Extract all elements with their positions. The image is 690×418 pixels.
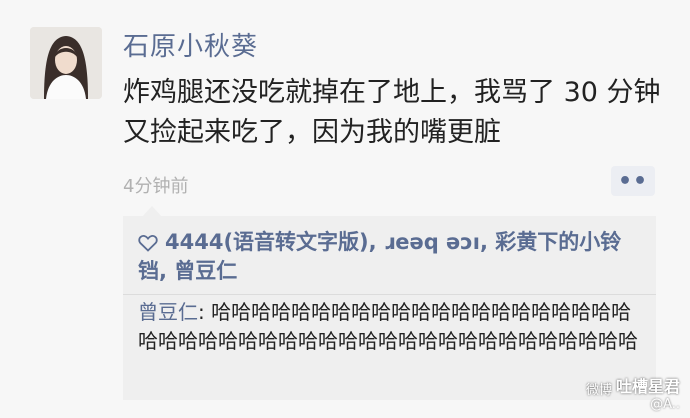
weibo-logo: 微博 bbox=[585, 383, 612, 398]
watermark: 微博 吐槽星君 @A.. bbox=[586, 373, 680, 412]
avatar-photo bbox=[30, 27, 102, 99]
watermark-main-text: 吐槽星君 bbox=[615, 377, 680, 396]
likes-names[interactable]: 4444(语音转文字版), ɹeǝq ǝɔı, 彩黄下的小铃铛, 曾豆仁 bbox=[138, 230, 621, 283]
comment-separator: : bbox=[198, 300, 212, 324]
watermark-sub-text: @A.. bbox=[650, 397, 680, 412]
heart-icon bbox=[138, 235, 158, 252]
post-content: 炸鸡腿还没吃就掉在了地上，我骂了 30 分钟又捡起来吃了，因为我的嘴更脏 bbox=[123, 77, 661, 148]
interaction-box: 4444(语音转文字版), ɹeǝq ǝɔı, 彩黄下的小铃铛, 曾豆仁 曾豆仁… bbox=[123, 216, 656, 400]
more-options-button[interactable]: •• bbox=[611, 166, 655, 196]
divider bbox=[123, 294, 656, 295]
user-avatar[interactable] bbox=[30, 27, 102, 99]
likes-row: 4444(语音转文字版), ɹeǝq ǝɔı, 彩黄下的小铃铛, 曾豆仁 bbox=[138, 228, 648, 286]
comment-text: 哈哈哈哈哈哈哈哈哈哈哈哈哈哈哈哈哈哈哈哈哈哈哈哈哈哈哈哈哈哈哈哈哈哈哈哈哈哈哈哈… bbox=[138, 300, 638, 353]
post-username[interactable]: 石原小秋葵 bbox=[123, 26, 258, 63]
post-timestamp: 4分钟前 bbox=[123, 176, 189, 197]
comment-author[interactable]: 曾豆仁 bbox=[138, 300, 198, 324]
comment-item: 曾豆仁: 哈哈哈哈哈哈哈哈哈哈哈哈哈哈哈哈哈哈哈哈哈哈哈哈哈哈哈哈哈哈哈哈哈哈哈… bbox=[138, 298, 648, 356]
